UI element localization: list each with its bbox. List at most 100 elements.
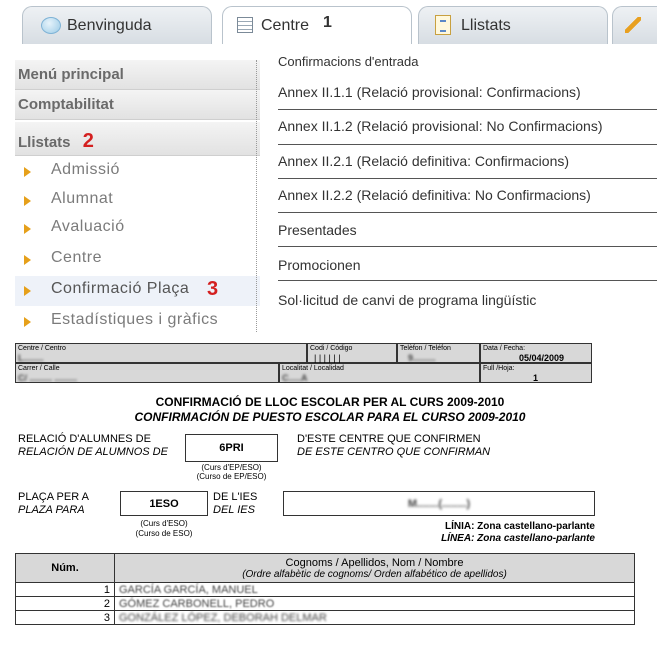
confirmation-document: Centre / Centro L........ Codi / Código … xyxy=(15,343,645,645)
divider xyxy=(278,280,657,281)
annotation-number: 3 xyxy=(207,278,219,300)
divider xyxy=(278,109,657,110)
carrer-field: Carrer / Calle C/ ......... ......... xyxy=(15,363,279,383)
sidebar-divider xyxy=(256,60,257,332)
curs-origen-note-es: (Curso de EP/ESO) xyxy=(196,472,267,481)
divider xyxy=(278,178,657,179)
table-row: 1 GARCÍA GARCÍA, MANUEL xyxy=(15,582,635,597)
bullet-icon xyxy=(24,286,31,296)
tab-benvinguda[interactable]: Benvinguda xyxy=(22,6,212,44)
placa-label: PLAÇA PER A xyxy=(18,491,89,503)
divider xyxy=(278,246,657,247)
centre-value: L........ xyxy=(18,353,44,363)
curs-origen-note: (Curs d'EP/ESO) xyxy=(201,463,262,472)
list-icon xyxy=(435,15,451,35)
grid-icon xyxy=(237,17,253,33)
ies-label-es: DEL IES xyxy=(213,504,255,516)
curs-desti-note: (Curs d'ESO) xyxy=(140,519,188,528)
submenu-item[interactable]: Annex II.2.1 (Relació definitiva: Confir… xyxy=(278,153,657,169)
students-table: Núm. Cognoms / Apellidos, Nom / Nombre (… xyxy=(15,553,635,625)
ies-name-value: M.......(........) xyxy=(407,498,471,510)
annotation-number: 2 xyxy=(82,130,94,152)
pencil-icon xyxy=(625,17,641,33)
bullet-icon xyxy=(24,317,31,327)
submenu-item[interactable]: Annex II.1.2 (Relació provisional: No Co… xyxy=(278,118,657,134)
data-value: 05/04/2009 xyxy=(519,353,565,363)
sidebar-item-confirmacio-placa[interactable]: Confirmació Plaça 3 xyxy=(15,276,260,306)
ies-name-box: M.......(........) xyxy=(283,491,595,516)
curs-desti-box: 1ESO xyxy=(120,491,208,516)
header-names: Cognoms / Apellidos, Nom / Nombre (Ordre… xyxy=(114,553,635,583)
submenu-item[interactable]: Annex II.2.2 (Relació definitiva: No Con… xyxy=(278,187,657,203)
submenu-item[interactable]: Annex II.1.1 (Relació provisional: Confi… xyxy=(278,84,657,100)
bullet-icon xyxy=(24,224,31,234)
relacio-label-es: RELACIÓN DE ALUMNOS DE xyxy=(18,446,168,458)
full-field: Full /Hoja: 1 xyxy=(480,363,592,383)
table-row: 2 GÓMEZ CARBONELL, PEDRO xyxy=(15,596,635,611)
telefon-field: Telèfon / Teléfon 9......... xyxy=(397,343,480,363)
sidebar-section-label: Llistats xyxy=(18,134,71,151)
codi-field: Codi / Código | | | | | | xyxy=(307,343,397,363)
linia-label-es: LÍNEA: Zona castellano-parlante xyxy=(441,533,595,544)
sidebar-item-label: Confirmació Plaça xyxy=(51,280,190,297)
annotation-number: 1 xyxy=(323,14,332,31)
curs-origen-box: 6PRI xyxy=(185,434,278,462)
submenu-heading: Confirmacions d'entrada xyxy=(278,54,419,69)
codi-value: | | | | | | xyxy=(314,353,341,363)
telefon-value: 9......... xyxy=(408,353,436,363)
tab-label: Llistats xyxy=(461,17,511,34)
sidebar-item-centre[interactable]: Centre xyxy=(15,245,260,275)
divider xyxy=(278,144,657,145)
sidebar-item-avaluacio[interactable]: Avaluació xyxy=(15,214,260,244)
header-num: Núm. xyxy=(15,553,115,583)
full-value: 1 xyxy=(533,373,539,383)
sidebar: Menú principal Comptabilitat Llistats 2 … xyxy=(15,58,260,333)
sidebar-section-menu-principal[interactable]: Menú principal xyxy=(15,60,260,90)
relacio-label: RELACIÓ D'ALUMNES DE xyxy=(18,433,151,445)
confirmen-label: D'ESTE CENTRE QUE CONFIRMEN xyxy=(297,433,481,445)
sidebar-item-alumnat[interactable]: Alumnat xyxy=(15,186,260,216)
document-title-es: CONFIRMACIÓN DE PUESTO ESCOLAR PARA EL C… xyxy=(134,410,526,424)
sidebar-section-comptabilitat[interactable]: Comptabilitat xyxy=(15,90,260,120)
row-num: 1 xyxy=(15,582,115,597)
data-field: Data / Fecha: 05/04/2009 xyxy=(480,343,592,363)
localitat-field: Localitat / Localidad C.....A xyxy=(279,363,480,383)
submenu-item[interactable]: Promocionen xyxy=(278,257,657,273)
table-header-row: Núm. Cognoms / Apellidos, Nom / Nombre (… xyxy=(15,553,635,583)
submenu-item[interactable]: Sol·licitud de canvi de programa lingüís… xyxy=(278,292,657,308)
localitat-value: C.....A xyxy=(282,373,308,383)
sidebar-item-estadistiques[interactable]: Estadístiques i gràfics xyxy=(15,307,260,337)
row-name: GONZÁLEZ LÓPEZ, DEBORAH DELMAR xyxy=(114,610,635,625)
curs-desti-note-es: (Curso de ESO) xyxy=(135,529,193,538)
sidebar-item-label: Estadístiques i gràfics xyxy=(51,311,219,328)
tab-more[interactable] xyxy=(612,6,657,44)
bullet-icon xyxy=(24,167,31,177)
tab-centre[interactable]: Centre 1 xyxy=(222,6,412,44)
submenu: Confirmacions d'entrada Annex II.1.1 (Re… xyxy=(278,48,657,330)
centre-field: Centre / Centro L........ xyxy=(15,343,307,363)
confirmen-label-es: DE ESTE CENTRO QUE CONFIRMAN xyxy=(297,446,491,458)
tab-label: Benvinguda xyxy=(67,17,152,34)
row-num: 3 xyxy=(15,610,115,625)
placa-label-es: PLAZA PARA xyxy=(18,504,85,516)
submenu-item[interactable]: Presentades xyxy=(278,222,657,238)
bullet-icon xyxy=(24,255,31,265)
linia-label: LÍNIA: Zona castellano-parlante xyxy=(444,521,595,532)
carrer-value: C/ ......... ......... xyxy=(18,373,78,383)
row-num: 2 xyxy=(15,596,115,611)
ies-label: DE L'IES xyxy=(213,491,258,503)
sidebar-item-label: Avaluació xyxy=(51,218,125,235)
document-title: CONFIRMACIÓ DE LLOC ESCOLAR PER AL CURS … xyxy=(155,395,505,409)
tab-llistats[interactable]: Llistats xyxy=(418,6,608,44)
table-row: 3 GONZÁLEZ LÓPEZ, DEBORAH DELMAR xyxy=(15,610,635,625)
row-name: GÓMEZ CARBONELL, PEDRO xyxy=(114,596,635,611)
sidebar-item-label: Centre xyxy=(51,249,103,266)
bullet-icon xyxy=(24,196,31,206)
sidebar-section-llistats[interactable]: Llistats 2 xyxy=(15,122,260,156)
row-name: GARCÍA GARCÍA, MANUEL xyxy=(114,582,635,597)
sidebar-item-label: Admissió xyxy=(51,161,120,178)
tab-bar: Benvinguda Centre 1 Llistats xyxy=(0,0,657,48)
tab-label: Centre xyxy=(261,17,310,34)
sidebar-item-admissio[interactable]: Admissió xyxy=(15,157,260,187)
chat-bubble-icon xyxy=(41,17,61,34)
